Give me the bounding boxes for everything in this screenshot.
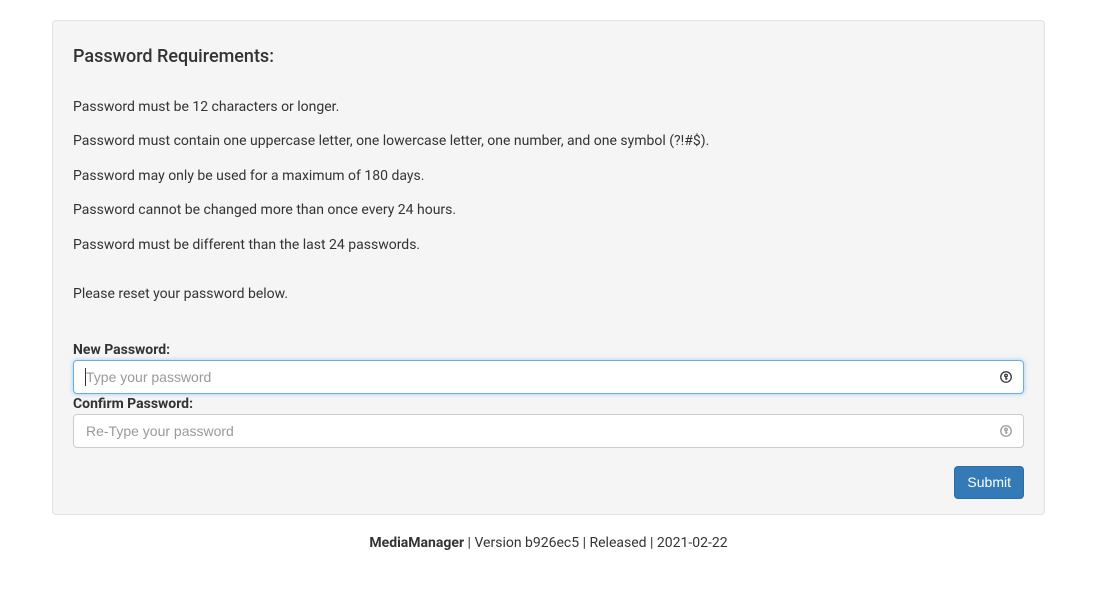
panel-heading: Password Requirements: xyxy=(73,46,1024,68)
requirement-item: Password must contain one uppercase lett… xyxy=(73,132,1024,152)
new-password-input[interactable] xyxy=(73,360,1024,394)
text-caret xyxy=(85,368,86,386)
footer-app-name: MediaManager xyxy=(369,535,464,551)
button-row: Submit xyxy=(73,466,1024,500)
footer-version: b926ec5 xyxy=(525,535,579,551)
submit-button[interactable]: Submit xyxy=(954,466,1024,500)
key-icon xyxy=(998,423,1014,439)
requirement-item: Password must be different than the last… xyxy=(73,236,1024,256)
new-password-label: New Password: xyxy=(73,342,1024,358)
instruction-text: Please reset your password below. xyxy=(73,286,1024,302)
new-password-input-wrap xyxy=(73,360,1024,394)
requirement-item: Password must be 12 characters or longer… xyxy=(73,98,1024,118)
confirm-password-label: Confirm Password: xyxy=(73,396,1024,412)
footer: MediaManager | Version b926ec5 | Release… xyxy=(0,515,1097,571)
footer-date: 2021-02-22 xyxy=(657,535,728,551)
footer-sep2: | Released | xyxy=(579,535,657,551)
password-panel: Password Requirements: Password must be … xyxy=(52,20,1045,515)
confirm-password-input-wrap xyxy=(73,414,1024,448)
requirements-list: Password must be 12 characters or longer… xyxy=(73,98,1024,256)
footer-sep1: | Version xyxy=(464,535,525,551)
confirm-password-group: Confirm Password: xyxy=(73,396,1024,448)
key-icon xyxy=(998,369,1014,385)
confirm-password-input[interactable] xyxy=(73,414,1024,448)
requirement-item: Password may only be used for a maximum … xyxy=(73,167,1024,187)
new-password-group: New Password: xyxy=(73,342,1024,394)
requirement-item: Password cannot be changed more than onc… xyxy=(73,201,1024,221)
